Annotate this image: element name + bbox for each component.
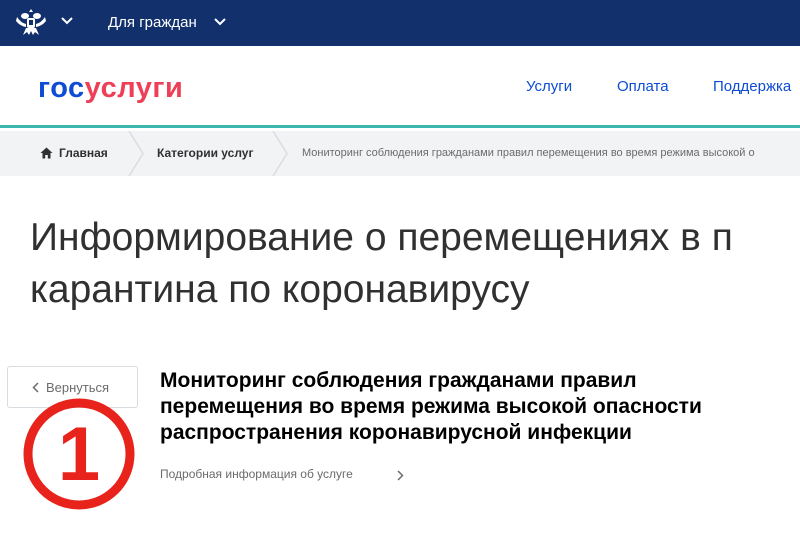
citizens-menu[interactable]: Для граждан <box>108 13 197 33</box>
service-details-link[interactable]: Подробная информация об услуге <box>160 466 353 482</box>
page-title: Информирование о перемещениях в п карант… <box>30 212 800 316</box>
breadcrumb-separator <box>128 131 144 176</box>
top-bar: Для граждан <box>0 0 800 46</box>
nav-payment[interactable]: Оплата <box>617 77 669 97</box>
step-number-text: 1 <box>58 412 100 497</box>
service-title: Мониторинг соблюдения гражданами правил … <box>160 368 800 446</box>
breadcrumb-separator <box>272 131 288 176</box>
breadcrumb: Главная Категории услуг Мониторинг соблю… <box>0 131 800 176</box>
chevron-down-icon[interactable] <box>60 16 74 26</box>
page-title-line: Информирование о перемещениях в п <box>30 216 733 259</box>
breadcrumb-current: Мониторинг соблюдения гражданами правил … <box>302 147 755 159</box>
service-title-line: перемещения во время режима высокой опас… <box>160 395 702 418</box>
service-title-line: распространения коронавирусной инфекции <box>160 421 632 444</box>
russian-coat-of-arms-icon[interactable] <box>14 7 48 37</box>
page-title-line: карантина по коронавирусу <box>30 268 530 311</box>
chevron-right-icon[interactable] <box>397 470 404 481</box>
step-number-marker: 1 <box>23 398 135 510</box>
chevron-left-icon <box>32 382 39 393</box>
nav-support[interactable]: Поддержка <box>713 77 791 97</box>
breadcrumb-home[interactable]: Главная <box>40 131 108 176</box>
site-header: госуслуги Услуги Оплата Поддержка <box>0 46 800 128</box>
nav-services[interactable]: Услуги <box>526 77 572 97</box>
back-button-label: Вернуться <box>46 380 110 395</box>
chevron-down-icon[interactable] <box>213 17 227 27</box>
home-icon <box>40 147 53 159</box>
service-title-line: Мониторинг соблюдения гражданами правил <box>160 369 637 392</box>
breadcrumb-categories[interactable]: Категории услуг <box>157 131 253 176</box>
main-nav: Услуги Оплата Поддержка <box>0 77 800 101</box>
breadcrumb-home-label: Главная <box>59 146 108 160</box>
